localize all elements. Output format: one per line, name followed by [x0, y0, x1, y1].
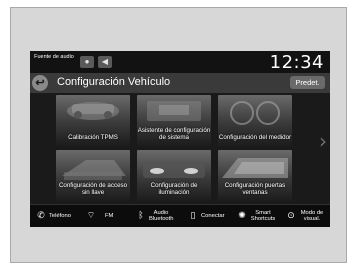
head-unit-screen: Fuente de audio ● ◀ 12:34 ↩ Configuració…	[30, 51, 330, 227]
title-bar: ↩ Configuración Vehículo Predet.	[30, 73, 330, 93]
bottom-item-bluetooth-audio[interactable]: ᛒ Audio Bluetooth	[136, 205, 173, 227]
shortcut-icon: ✺	[238, 211, 246, 221]
tile-label: Configuración de iluminación	[150, 182, 198, 196]
tile-lighting-settings[interactable]: Configuración de iluminación	[137, 150, 211, 201]
page-title: Configuración Vehículo	[57, 76, 171, 88]
tile-label: Configuración puertas ventanas	[224, 182, 286, 196]
bottom-item-smart-shortcuts[interactable]: ✺ Smart Shortcuts	[237, 205, 276, 227]
bottom-item-label: Conectar	[201, 212, 225, 219]
bottom-item-fm[interactable]: ⌔ FM	[86, 205, 114, 227]
smartphone-icon: ▯	[190, 211, 196, 221]
bottom-item-display-mode[interactable]: ⊙ Modo de visual.	[286, 205, 325, 227]
back-arrow-icon: ↩	[35, 77, 45, 89]
preset-button[interactable]: Predet.	[290, 76, 325, 89]
status-bar: Fuente de audio ● ◀ 12:34	[30, 51, 330, 73]
clock: 12:34	[269, 52, 324, 73]
tile-label: Asistente de configuración de sistema	[137, 127, 211, 141]
radio-icon: ⌔	[86, 211, 96, 221]
volume-icon[interactable]: ◀	[98, 56, 112, 68]
bluetooth-icon: ᛒ	[138, 211, 144, 221]
bottom-item-phone[interactable]: ✆ Teléfono	[36, 205, 71, 227]
back-button[interactable]: ↩	[32, 75, 48, 91]
bottom-item-label: Modo de visual.	[300, 209, 324, 223]
settings-tile-grid: Calibración TPMS Asistente de configurac…	[38, 95, 318, 201]
tile-label: Calibración TPMS	[68, 134, 118, 141]
tile-system-setup-assistant[interactable]: Asistente de configuración de sistema	[137, 95, 211, 146]
phone-icon: ✆	[37, 211, 45, 221]
audio-source-button[interactable]: Fuente de audio	[34, 54, 74, 61]
tile-label: Configuración del medidor	[218, 134, 292, 141]
tile-meter-settings[interactable]: Configuración del medidor	[218, 95, 292, 146]
tile-keyless-access-settings[interactable]: Configuración de acceso sin llave	[56, 150, 130, 201]
status-icons: ● ◀	[80, 56, 112, 68]
bottom-item-label: Smart Shortcuts	[250, 209, 276, 223]
tile-label: Configuración de acceso sin llave	[58, 182, 128, 196]
bottom-item-label: FM	[105, 212, 114, 219]
bottom-item-label: Audio Bluetooth	[149, 209, 174, 223]
tile-tpms-calibration[interactable]: Calibración TPMS	[56, 95, 130, 146]
bottom-item-connect[interactable]: ▯ Conectar	[188, 205, 225, 227]
notification-icon[interactable]: ●	[80, 56, 94, 68]
display-mode-icon: ⊙	[287, 211, 295, 221]
next-page-chevron-icon[interactable]: ›	[319, 129, 327, 153]
bottom-navigation-bar: ✆ Teléfono ⌔ FM ᛒ Audio Bluetooth ▯ Cone…	[30, 204, 330, 227]
bottom-item-label: Teléfono	[49, 212, 71, 219]
tile-door-window-settings[interactable]: Configuración puertas ventanas	[218, 150, 292, 201]
